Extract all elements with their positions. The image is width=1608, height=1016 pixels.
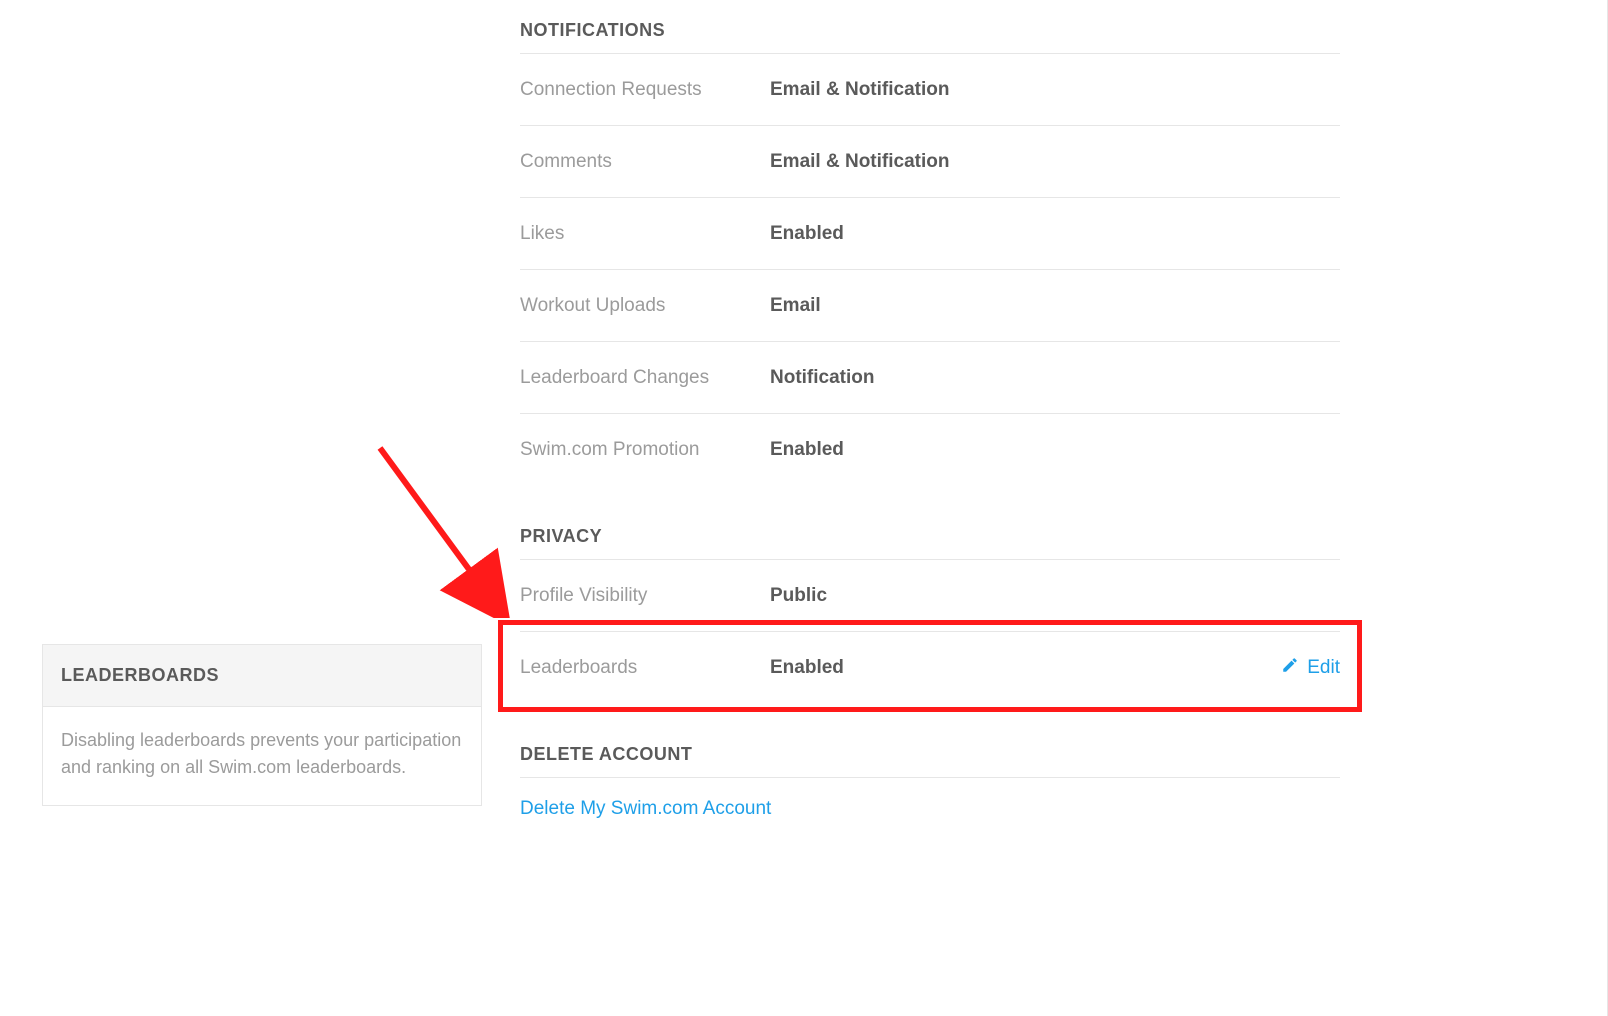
edit-leaderboards-button[interactable]: Edit [1281, 656, 1340, 680]
row-label: Leaderboard Changes [520, 367, 770, 389]
row-label: Profile Visibility [520, 585, 770, 607]
row-label: Swim.com Promotion [520, 439, 770, 461]
row-value: Enabled [770, 223, 1340, 245]
settings-main: NOTIFICATIONS Connection Requests Email … [520, 20, 1340, 820]
section-header-notifications: NOTIFICATIONS [520, 20, 1340, 54]
leaderboards-info-card: LEADERBOARDS Disabling leaderboards prev… [42, 644, 482, 806]
row-label: Likes [520, 223, 770, 245]
info-card-title: LEADERBOARDS [43, 645, 481, 707]
row-value: Email & Notification [770, 151, 1340, 173]
row-leaderboard-changes[interactable]: Leaderboard Changes Notification [520, 342, 1340, 414]
delete-account-link[interactable]: Delete My Swim.com Account [520, 778, 1340, 820]
info-card-body: Disabling leaderboards prevents your par… [43, 707, 481, 805]
row-profile-visibility[interactable]: Profile Visibility Public [520, 560, 1340, 632]
row-label: Comments [520, 151, 770, 173]
row-label: Leaderboards [520, 657, 770, 679]
row-label: Workout Uploads [520, 295, 770, 317]
section-header-privacy: PRIVACY [520, 526, 1340, 560]
row-value: Enabled [770, 439, 1340, 461]
pencil-icon [1281, 656, 1299, 680]
row-comments[interactable]: Comments Email & Notification [520, 126, 1340, 198]
section-header-delete: DELETE ACCOUNT [520, 744, 1340, 778]
row-leaderboards[interactable]: Leaderboards Enabled Edit [520, 632, 1340, 704]
row-connection-requests[interactable]: Connection Requests Email & Notification [520, 54, 1340, 126]
row-workout-uploads[interactable]: Workout Uploads Email [520, 270, 1340, 342]
row-value: Notification [770, 367, 1340, 389]
annotation-arrow-icon [370, 438, 520, 618]
row-likes[interactable]: Likes Enabled [520, 198, 1340, 270]
row-swim-promotion[interactable]: Swim.com Promotion Enabled [520, 414, 1340, 486]
row-label: Connection Requests [520, 79, 770, 101]
row-value: Email [770, 295, 1340, 317]
row-value: Public [770, 585, 1340, 607]
row-value: Enabled [770, 657, 1281, 679]
row-value: Email & Notification [770, 79, 1340, 101]
edit-label: Edit [1307, 657, 1340, 679]
